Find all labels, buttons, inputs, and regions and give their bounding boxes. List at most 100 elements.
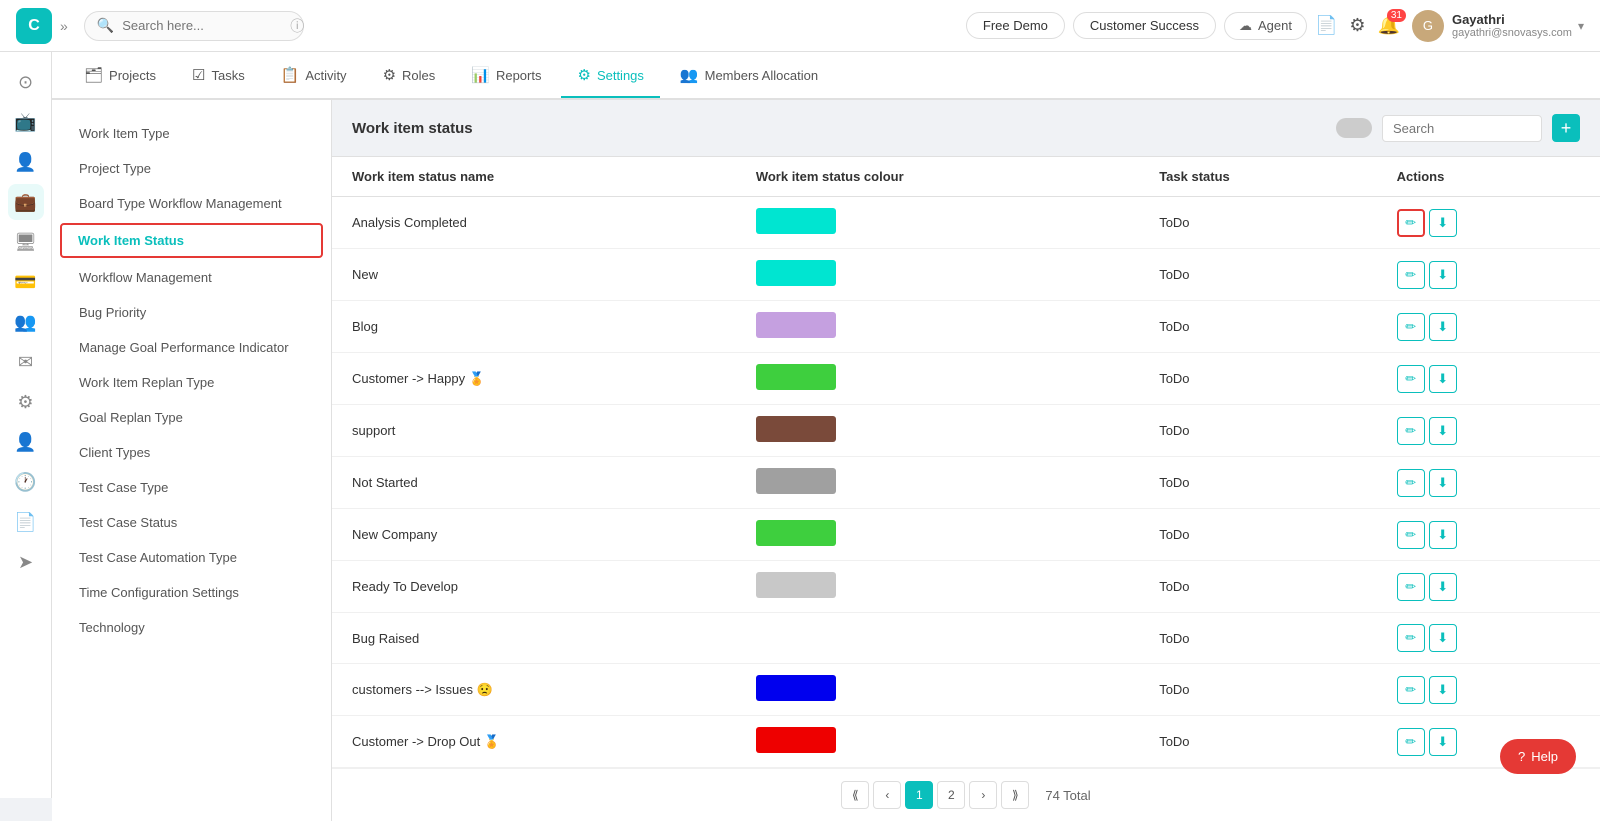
avatar: G [1412,10,1444,42]
delete-button[interactable]: ⬇ [1429,521,1457,549]
edit-button[interactable]: ✏ [1397,209,1425,237]
page-total: 74 Total [1045,788,1090,803]
document-icon[interactable]: 📄 [1315,15,1337,36]
edit-button[interactable]: ✏ [1397,469,1425,497]
delete-button[interactable]: ⬇ [1429,573,1457,601]
menu-item-test-case-status[interactable]: Test Case Status [52,505,331,540]
reports-icon: 📊 [471,66,490,84]
edit-button[interactable]: ✏ [1397,573,1425,601]
sidebar-icon-user2[interactable]: 👤 [8,424,44,460]
edit-button[interactable]: ✏ [1397,261,1425,289]
cell-status-color [736,405,1139,457]
menu-item-work-item-status[interactable]: Work Item Status [60,223,323,258]
activity-icon: 📋 [281,66,300,84]
menu-item-manage-goal[interactable]: Manage Goal Performance Indicator [52,330,331,365]
tab-tasks[interactable]: ☑ Tasks [176,54,261,98]
tab-reports[interactable]: 📊 Reports [455,54,557,98]
help-icon: ? [1518,749,1525,764]
delete-button[interactable]: ⬇ [1429,728,1457,756]
sidebar-icon-person[interactable]: 👤 [8,144,44,180]
help-button[interactable]: ? Help [1500,739,1576,774]
menu-item-board-type-workflow[interactable]: Board Type Workflow Management [52,186,331,221]
cell-status-color [736,716,1139,768]
table-row: Not StartedToDo✏⬇ [332,457,1600,509]
sidebar-icon-tv[interactable]: 📺 [8,104,44,140]
color-chip [756,260,836,286]
col-header-actions: Actions [1377,157,1600,197]
customer-success-button[interactable]: Customer Success [1073,12,1216,39]
menu-item-project-type[interactable]: Project Type [52,151,331,186]
delete-button[interactable]: ⬇ [1429,365,1457,393]
sidebar-icon-card[interactable]: 💳 [8,264,44,300]
tab-projects[interactable]: 🗂 Projects [68,54,172,98]
menu-item-workflow-management[interactable]: Workflow Management [52,260,331,295]
page-2-button[interactable]: 2 [937,781,965,809]
page-next-button[interactable]: › [969,781,997,809]
sidebar-icon-gear[interactable]: ⚙ [8,384,44,420]
user-menu[interactable]: G Gayathri gayathri@snovasys.com ▾ [1412,10,1584,42]
settings-icon[interactable]: ⚙ [1349,15,1365,36]
sidebar-icon-monitor[interactable]: 🖥 [8,224,44,260]
edit-button[interactable]: ✏ [1397,728,1425,756]
cell-actions: ✏⬇ [1377,664,1600,716]
menu-item-work-item-replan[interactable]: Work Item Replan Type [52,365,331,400]
menu-item-client-types[interactable]: Client Types [52,435,331,470]
cell-status-color [736,301,1139,353]
user-name: Gayathri [1452,12,1572,27]
delete-button[interactable]: ⬇ [1429,624,1457,652]
delete-button[interactable]: ⬇ [1429,313,1457,341]
menu-item-goal-replan[interactable]: Goal Replan Type [52,400,331,435]
menu-item-time-config[interactable]: Time Configuration Settings [52,575,331,610]
sidebar-icon-team[interactable]: 👥 [8,304,44,340]
cell-task-status: ToDo [1139,353,1376,405]
menu-item-test-case-automation[interactable]: Test Case Automation Type [52,540,331,575]
page-1-button[interactable]: 1 [905,781,933,809]
color-chip [756,312,836,338]
delete-button[interactable]: ⬇ [1429,417,1457,445]
toggle-switch[interactable] [1336,118,1372,138]
delete-button[interactable]: ⬇ [1429,209,1457,237]
sidebar-icon-send[interactable]: ➤ [8,544,44,580]
edit-button[interactable]: ✏ [1397,313,1425,341]
menu-item-test-case-type[interactable]: Test Case Type [52,470,331,505]
pagination: ⟪ ‹ 1 2 › ⟫ 74 Total [332,768,1600,821]
edit-button[interactable]: ✏ [1397,521,1425,549]
sidebar-icon-briefcase[interactable]: 💼 [8,184,44,220]
sidebar-icon-home[interactable]: ⊙ [8,64,44,100]
page-first-button[interactable]: ⟪ [841,781,869,809]
free-demo-button[interactable]: Free Demo [966,12,1065,39]
edit-button[interactable]: ✏ [1397,417,1425,445]
menu-item-work-item-type[interactable]: Work Item Type [52,116,331,151]
panel-search-input[interactable] [1382,115,1542,142]
menu-item-bug-priority[interactable]: Bug Priority [52,295,331,330]
sidebar-icon-mail[interactable]: ✉ [8,344,44,380]
panel-header-actions: + [1336,114,1580,142]
edit-button[interactable]: ✏ [1397,676,1425,704]
edit-button[interactable]: ✏ [1397,365,1425,393]
cell-status-color [736,561,1139,613]
cell-status-name: Ready To Develop [332,561,736,613]
sidebar-expand-icon[interactable]: » [60,18,68,34]
notification-icon[interactable]: 🔔31 [1378,15,1400,36]
sidebar-icon-doc[interactable]: 📄 [8,504,44,540]
chevron-down-icon: ▾ [1578,19,1584,33]
search-bar[interactable]: 🔍 ⓘ [84,11,304,41]
delete-button[interactable]: ⬇ [1429,676,1457,704]
menu-item-technology[interactable]: Technology [52,610,331,645]
edit-button[interactable]: ✏ [1397,624,1425,652]
tab-settings[interactable]: ⚙ Settings [561,54,659,98]
delete-button[interactable]: ⬇ [1429,261,1457,289]
color-chip [756,208,836,234]
tab-roles[interactable]: ⚙ Roles [367,54,452,98]
cell-actions: ✏⬇ [1377,613,1600,664]
cell-actions: ✏⬇ [1377,405,1600,457]
page-prev-button[interactable]: ‹ [873,781,901,809]
page-last-button[interactable]: ⟫ [1001,781,1029,809]
add-button[interactable]: + [1552,114,1580,142]
tab-activity[interactable]: 📋 Activity [265,54,363,98]
agent-button[interactable]: ☁ Agent [1224,12,1307,40]
delete-button[interactable]: ⬇ [1429,469,1457,497]
search-input[interactable] [122,18,282,33]
tab-members[interactable]: 👥 Members Allocation [664,54,834,98]
sidebar-icon-clock[interactable]: 🕐 [8,464,44,500]
